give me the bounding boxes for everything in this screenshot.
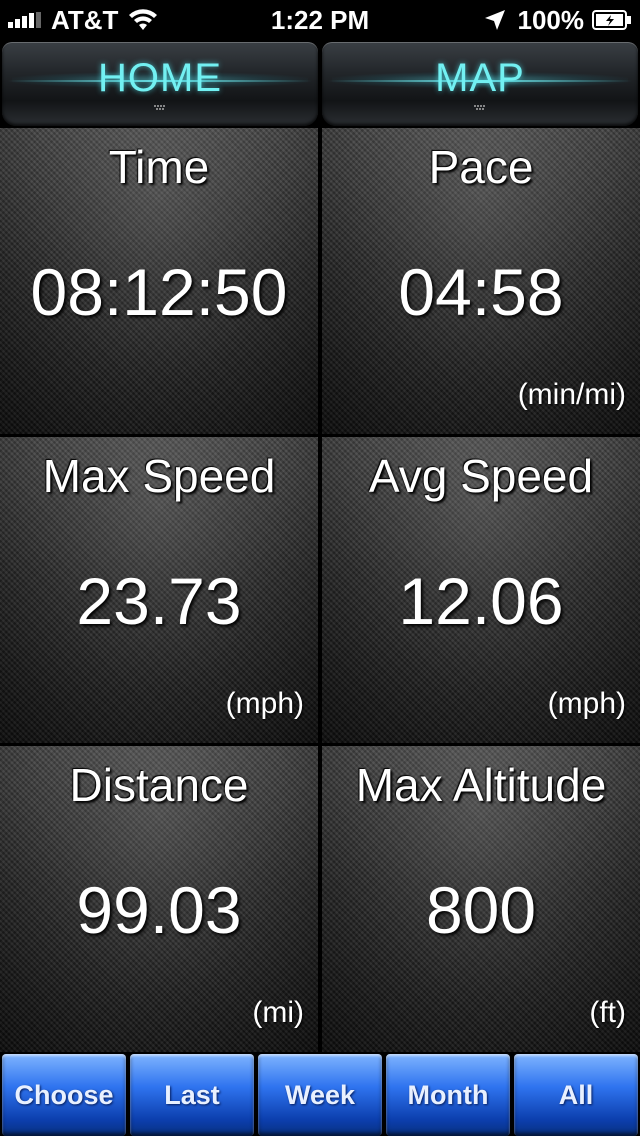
period-filter-bar: Choose Last Week Month All <box>0 1052 640 1136</box>
stat-unit: (mph) <box>547 687 626 720</box>
stat-pace: Pace 04:58 (min/mi) <box>322 128 640 434</box>
status-right: 100% <box>484 5 633 35</box>
stat-title: Max Altitude <box>355 759 607 811</box>
stat-title: Avg Speed <box>368 450 594 502</box>
stat-unit: (min/mi) <box>517 378 626 411</box>
app-screen: AT&T 1:22 PM 100% HOME MAP Time 08:12:50… <box>0 0 640 1136</box>
stat-max-altitude: Max Altitude 800 (ft) <box>322 746 640 1052</box>
grip-dots-icon <box>154 105 165 110</box>
tab-map[interactable]: MAP <box>322 42 638 126</box>
stat-time: Time 08:12:50 <box>0 128 318 434</box>
tab-home-label: HOME <box>98 56 222 100</box>
grip-dots-icon <box>474 105 485 110</box>
stat-title: Distance <box>69 759 249 811</box>
week-button[interactable]: Week <box>258 1054 382 1136</box>
tab-map-label: MAP <box>435 56 525 100</box>
stat-value: 12.06 <box>398 564 564 638</box>
stat-value: 99.03 <box>76 873 242 947</box>
stat-value: 08:12:50 <box>30 255 288 329</box>
stat-avg-speed: Avg Speed 12.06 (mph) <box>322 437 640 743</box>
stat-value: 800 <box>425 873 537 947</box>
stat-value: 04:58 <box>398 255 564 329</box>
all-button[interactable]: All <box>514 1054 638 1136</box>
stat-unit: (mph) <box>225 687 304 720</box>
last-button[interactable]: Last <box>130 1054 254 1136</box>
stat-title: Pace <box>428 141 534 193</box>
status-bar: AT&T 1:22 PM 100% <box>0 0 640 40</box>
stat-title: Max Speed <box>42 450 276 502</box>
stat-unit: (mi) <box>252 996 304 1029</box>
stat-value: 23.73 <box>76 564 242 638</box>
location-arrow-icon <box>484 10 505 30</box>
stat-unit: (ft) <box>589 996 626 1029</box>
battery-charging-icon <box>592 10 631 30</box>
stat-distance: Distance 99.03 (mi) <box>0 746 318 1052</box>
stat-title: Time <box>108 141 210 193</box>
choose-button[interactable]: Choose <box>2 1054 126 1136</box>
stats-grid: Time 08:12:50 Pace 04:58 (min/mi) Max Sp… <box>0 128 640 1052</box>
top-tab-bar: HOME MAP <box>0 40 640 128</box>
stat-max-speed: Max Speed 23.73 (mph) <box>0 437 318 743</box>
month-button[interactable]: Month <box>386 1054 510 1136</box>
tab-home[interactable]: HOME <box>2 42 318 126</box>
battery-percent: 100% <box>517 4 585 35</box>
